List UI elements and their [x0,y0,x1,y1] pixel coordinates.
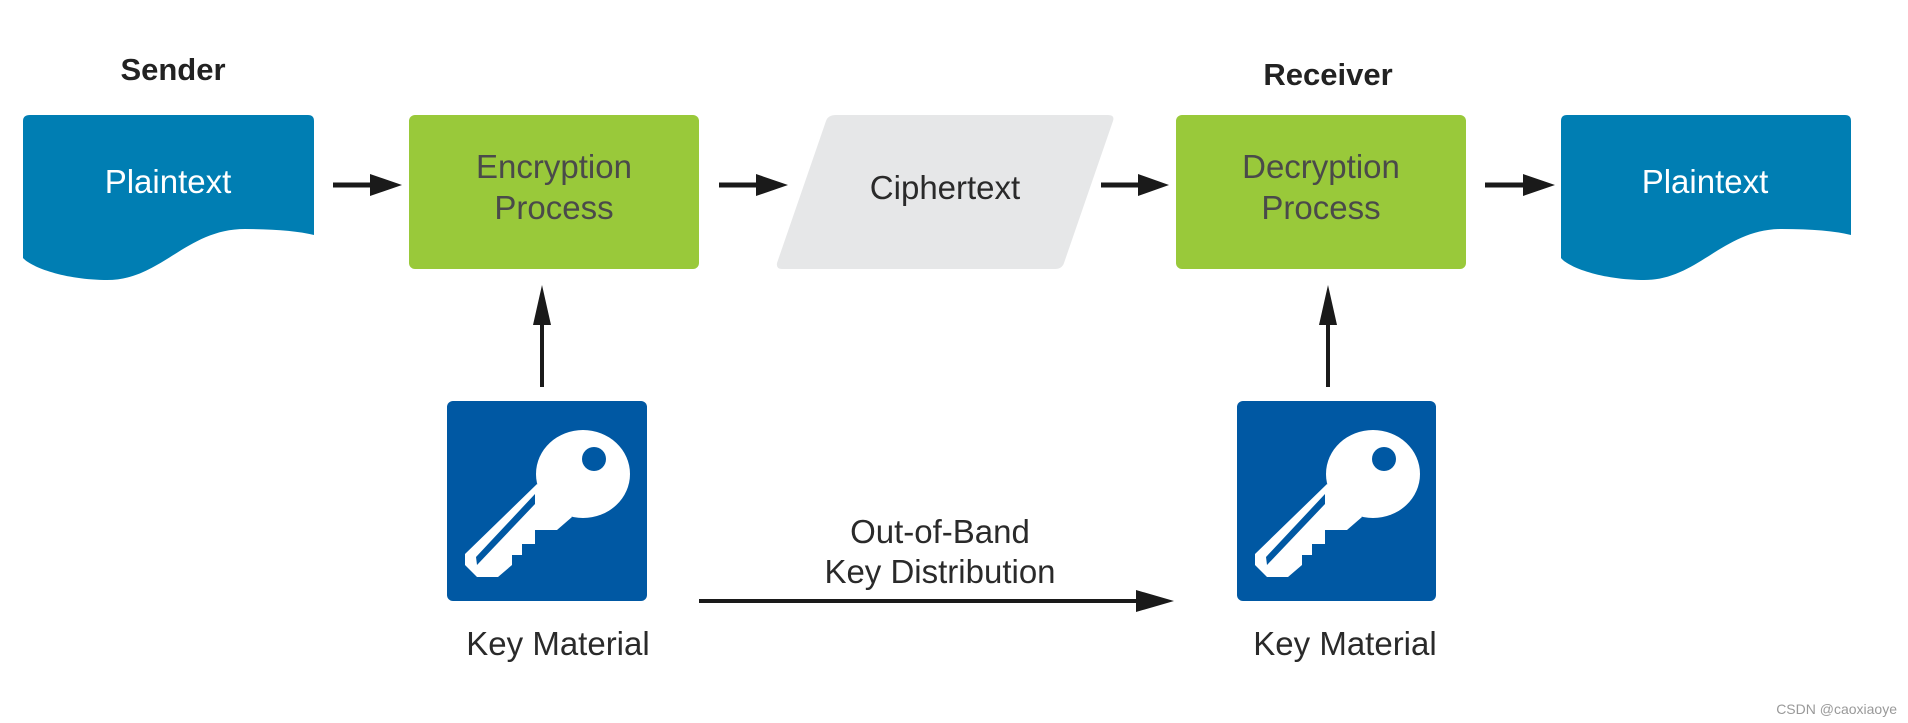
arrow-key-to-encryption [533,285,551,387]
sender-heading: Sender [120,52,225,87]
encryption-label-line2: Process [494,189,613,226]
receiver-key-material: Key Material [1237,401,1437,662]
decryption-label-line1: Decryption [1242,148,1400,185]
decryption-process-node: Decryption Process [1176,115,1466,269]
arrow-decryption-to-plaintext [1485,174,1555,196]
plaintext-input-label: Plaintext [105,163,232,200]
ciphertext-label: Ciphertext [870,169,1020,206]
receiver-key-label: Key Material [1253,625,1436,662]
encryption-diagram: Sender Receiver Plaintext Encryption Pro… [23,52,1897,717]
sender-key-material: Key Material [447,401,650,662]
encryption-label-line1: Encryption [476,148,632,185]
plaintext-input-node: Plaintext [23,115,314,281]
decryption-label-line2: Process [1261,189,1380,226]
distribution-label-line1: Out-of-Band [850,513,1030,550]
arrow-encryption-to-ciphertext [719,174,788,196]
arrow-key-to-decryption [1319,285,1337,387]
plaintext-output-node: Plaintext [1561,115,1851,281]
encryption-process-node: Encryption Process [409,115,699,269]
distribution-label-line2: Key Distribution [824,553,1055,590]
watermark: CSDN @caoxiaoye [1776,701,1897,717]
sender-key-label: Key Material [466,625,649,662]
arrow-plaintext-to-encryption [333,174,402,196]
plaintext-output-label: Plaintext [1642,163,1769,200]
ciphertext-node: Ciphertext [776,115,1114,269]
arrow-ciphertext-to-decryption [1101,174,1169,196]
receiver-heading: Receiver [1263,57,1392,92]
arrow-key-distribution [699,590,1174,612]
